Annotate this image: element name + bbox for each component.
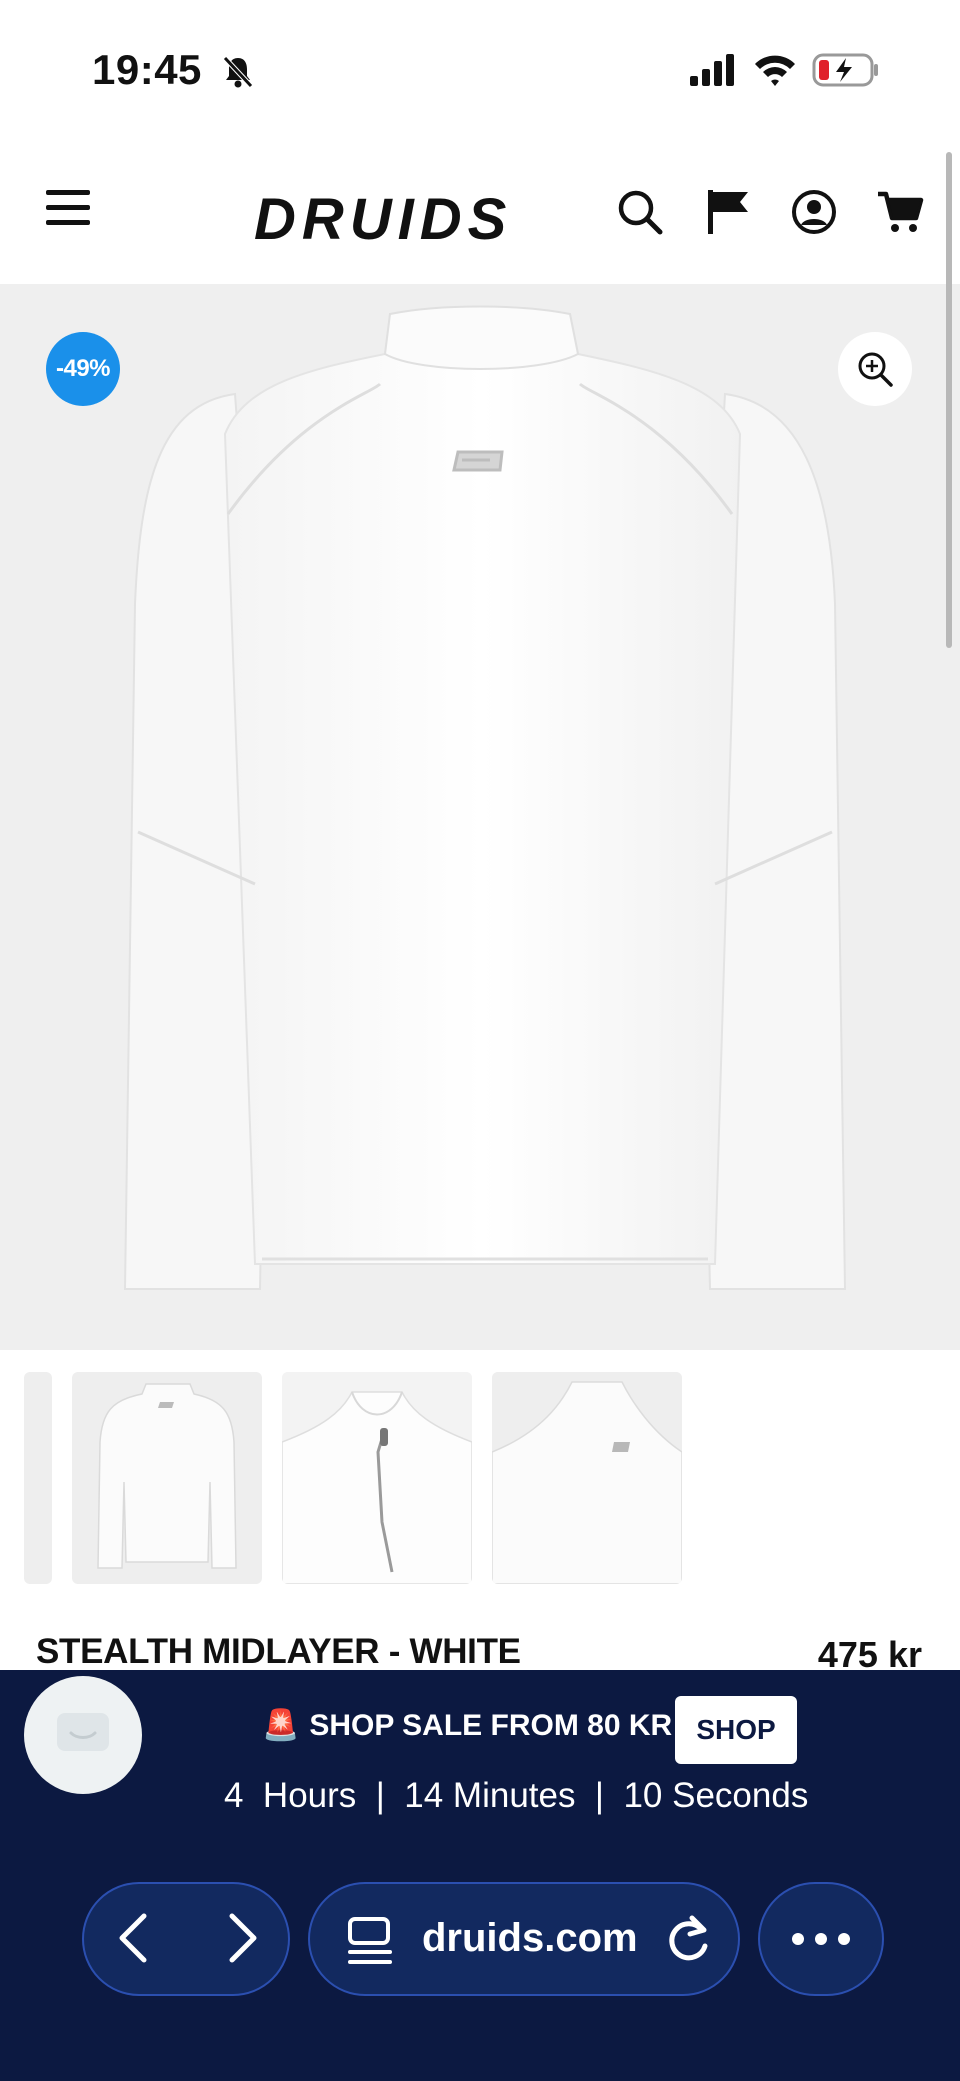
jacket-back-illustration [123, 305, 847, 1290]
menu-icon[interactable] [44, 186, 96, 230]
zoom-button[interactable] [838, 332, 912, 406]
flag-icon[interactable] [704, 188, 752, 236]
siren-icon: 🚨 [262, 1709, 300, 1742]
thumbnail-zipper-image [282, 1372, 472, 1584]
thumbnail-collar-front[interactable] [282, 1372, 472, 1584]
reload-icon[interactable] [664, 1914, 714, 1968]
more-options-button[interactable] [758, 1882, 884, 1996]
back-arrow-icon[interactable] [108, 1910, 164, 1966]
thumbnail-collar-back[interactable] [492, 1372, 682, 1584]
forward-arrow-icon[interactable] [212, 1910, 268, 1966]
status-time: 19:45 [92, 46, 202, 93]
brand-logo[interactable]: DRUIDS [254, 186, 512, 253]
shop-button[interactable]: SHOP [675, 1696, 797, 1764]
zoom-in-icon [858, 352, 893, 387]
product-title: STEALTH MIDLAYER - WHITE [36, 1632, 521, 1671]
chat-icon [57, 1713, 109, 1751]
cart-icon[interactable] [876, 188, 924, 236]
thumbnail-back[interactable] [72, 1372, 262, 1584]
account-icon[interactable] [790, 188, 838, 236]
wifi-icon [755, 55, 795, 86]
url-domain[interactable]: druids.com [422, 1916, 638, 1961]
chat-button[interactable] [24, 1676, 142, 1794]
thumbnail-collar-back-image [492, 1372, 682, 1584]
discount-badge: -49% [46, 332, 120, 406]
promo-text: SHOP SALE FROM 80 KR [309, 1708, 673, 1742]
scrollbar[interactable] [946, 152, 952, 648]
promo-message: 🚨 SHOP SALE FROM 80 KR [262, 1708, 672, 1743]
more-dots-icon [792, 1933, 850, 1945]
sale-countdown: 4 Hours | 14 Minutes | 10 Seconds [224, 1776, 808, 1816]
battery-charging-icon [812, 53, 878, 87]
search-icon[interactable] [616, 188, 664, 236]
countdown-text: 4 Hours | 14 Minutes | 10 Seconds [224, 1776, 809, 1815]
tabs-icon[interactable] [346, 1916, 394, 1966]
cellular-signal-icon [690, 54, 734, 86]
bell-muted-icon [223, 56, 253, 88]
thumbnail-jacket-back-image [97, 1383, 237, 1569]
thumbnail-partial[interactable] [24, 1372, 52, 1584]
nav-buttons [82, 1882, 290, 1996]
product-image[interactable] [0, 284, 960, 1350]
